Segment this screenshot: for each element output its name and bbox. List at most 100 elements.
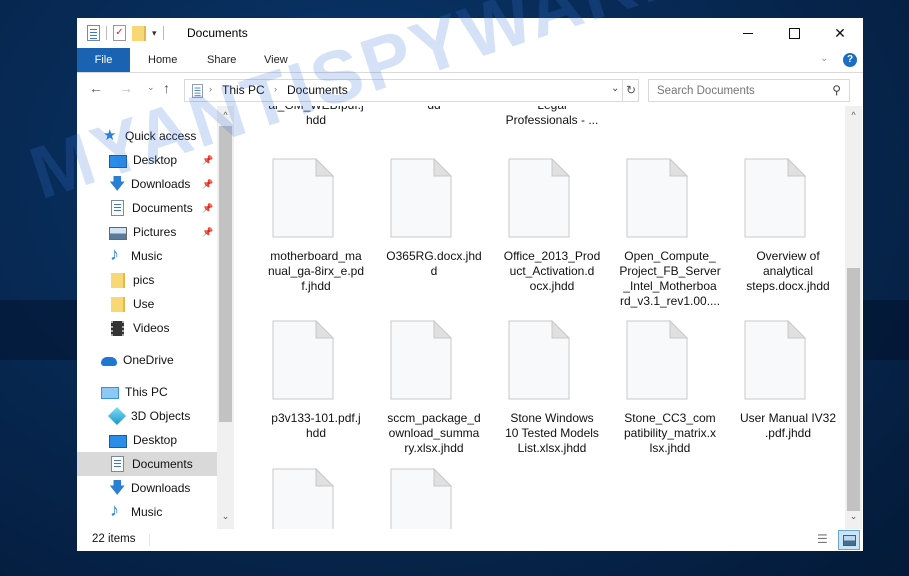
blank-file-icon [626, 158, 688, 238]
file-name-line: Overview of [756, 249, 820, 263]
blank-file-icon [626, 320, 688, 400]
sidebar-item-label: Downloads [131, 177, 191, 191]
blank-file-icon [744, 158, 806, 238]
file-name-line: nual_ga-8irx_e.pd [267, 264, 365, 278]
sidebar-item-label: Music [131, 505, 163, 519]
window-title: Documents [187, 26, 248, 40]
sidebar-item-3d-objects[interactable]: 3D Objects [77, 404, 234, 428]
close-button[interactable]: ✕ [817, 18, 863, 48]
sidebar-item-pictures[interactable]: Pictures 📌 [77, 220, 234, 244]
minimize-button[interactable] [725, 18, 771, 48]
sidebar-item-desktop[interactable]: Desktop 📌 [77, 148, 234, 172]
sidebar-item-videos[interactable]: Videos [77, 316, 234, 340]
file-name: p3v133-101.pdf.j hdd [257, 411, 375, 441]
sidebar-item-quick-access[interactable]: Quick access [77, 124, 234, 148]
forward-button[interactable]: → [119, 80, 133, 96]
file-name-line: f.jhdd [301, 279, 331, 293]
document-icon [111, 456, 124, 472]
expand-ribbon-icon[interactable]: ⌄ [820, 53, 828, 64]
sidebar-item-downloads[interactable]: Downloads 📌 [77, 172, 234, 200]
details-view-icon[interactable]: ☰ [817, 532, 835, 548]
file-name-partial[interactable]: dd [375, 106, 493, 113]
file-name: Open_Compute_ Project_FB_Server _Intel_Mot… [611, 249, 729, 309]
tab-view[interactable]: View [264, 48, 288, 72]
sidebar-scrollbar[interactable]: ^ ⌄ [217, 106, 234, 529]
sidebar-scroll-thumb[interactable] [219, 126, 232, 422]
ribbon-tabs: File Home Share View ⌄ ? [77, 48, 863, 73]
recent-locations-icon[interactable]: ⌄ [147, 82, 155, 93]
pin-icon: 📌 [202, 178, 214, 189]
new-folder-check-icon[interactable]: ✓ [113, 25, 126, 41]
address-dropdown-icon[interactable]: ⌄ [611, 83, 619, 94]
quick-access-toolbar: ✓ ▾ [87, 25, 164, 41]
blank-file-icon [390, 468, 452, 529]
tab-file[interactable]: File [77, 48, 130, 72]
file-name-line: lsx.jhdd [649, 441, 691, 455]
up-button[interactable]: ↑ [163, 80, 170, 96]
sidebar-item-use[interactable]: Use [77, 292, 234, 316]
file-name-line: ocx.jhdd [529, 279, 575, 293]
sidebar-item-music-pc[interactable]: Music [77, 500, 234, 524]
status-bar: 22 items ☰ [77, 529, 863, 551]
content-scroll-thumb[interactable] [847, 268, 860, 511]
pictures-icon [109, 226, 127, 240]
search-icon[interactable]: ⚲ [832, 83, 841, 97]
sidebar-item-documents-pc[interactable]: Documents [77, 452, 234, 476]
sidebar-item-downloads-pc[interactable]: Downloads [77, 476, 234, 504]
file-list-view: al_GM_WEBIpdf.jhddddLegalProfessionals -… [237, 106, 845, 529]
large-icons-view-icon[interactable] [838, 530, 860, 550]
desktop-icon [109, 434, 127, 448]
tab-home[interactable]: Home [148, 48, 177, 72]
breadcrumb-separator: › [209, 84, 212, 94]
content-scrollbar[interactable]: ^ ⌄ [845, 106, 862, 529]
sidebar-item-this-pc[interactable]: This PC [77, 380, 234, 404]
back-button[interactable]: ← [89, 80, 103, 96]
refresh-button[interactable]: ↻ [622, 80, 639, 101]
sidebar-item-music[interactable]: Music [77, 244, 234, 268]
file-name: User Manual IV32 .pdf.jhdd [729, 411, 845, 441]
file-name: sccm_package_d ownload_summa ry.xlsx.jhdd [375, 411, 493, 456]
sidebar-item-label: Desktop [133, 433, 178, 447]
sidebar-item-documents[interactable]: Documents 📌 [77, 196, 234, 220]
file-name: motherboard_ma nual_ga-8irx_e.pd f.jhdd [257, 249, 375, 294]
properties-icon[interactable] [87, 25, 100, 41]
sidebar-item-label: Music [131, 249, 163, 263]
minimize-icon [743, 32, 753, 34]
file-name-line: rd_v3.1_rev1.00.... [619, 294, 721, 308]
blank-file-icon [272, 320, 334, 400]
scroll-down-icon[interactable]: ⌄ [845, 511, 862, 525]
sidebar-item-desktop-pc[interactable]: Desktop [77, 428, 234, 452]
scroll-up-icon[interactable]: ^ [217, 110, 234, 124]
blank-file-icon [272, 468, 334, 529]
breadcrumb-this-pc[interactable]: This PC [222, 83, 265, 97]
help-icon[interactable]: ? [843, 53, 857, 67]
customize-dropdown-icon[interactable]: ▾ [152, 28, 157, 39]
file-name-line: _Intel_Motherboa [623, 279, 717, 293]
file-name-line: 10 Tested Models [505, 426, 599, 440]
search-box[interactable]: ⚲ [648, 79, 850, 102]
file-name: Stone Windows 10 Tested Models List.xlsx.j… [493, 411, 611, 456]
scroll-up-icon[interactable]: ^ [845, 110, 862, 124]
search-input[interactable] [655, 80, 829, 101]
title-bar: ✓ ▾ Documents ✕ [77, 18, 863, 48]
document-icon [111, 200, 124, 216]
breadcrumb-documents[interactable]: Documents [287, 83, 348, 97]
download-icon [109, 477, 125, 504]
sidebar-item-onedrive[interactable]: OneDrive [77, 348, 234, 372]
maximize-button[interactable] [771, 18, 817, 48]
scroll-down-icon[interactable]: ⌄ [217, 511, 234, 525]
address-bar[interactable]: › This PC › Documents ⌄ ↻ [184, 79, 639, 102]
star-icon [103, 126, 119, 144]
file-name-line: sccm_package_d [387, 411, 481, 425]
blank-file-icon [508, 158, 570, 238]
sidebar-item-pics[interactable]: pics [77, 268, 234, 292]
onedrive-icon [101, 357, 117, 366]
desktop-icon [109, 154, 127, 168]
file-name-partial[interactable]: LegalProfessionals - ... [493, 106, 611, 128]
sidebar-item-label: Videos [133, 321, 170, 335]
folder-icon[interactable] [132, 25, 146, 41]
file-name-partial[interactable]: al_GM_WEBIpdf.jhdd [257, 106, 375, 128]
sidebar-item-label: This PC [125, 385, 168, 399]
tab-share[interactable]: Share [207, 48, 236, 72]
sidebar-item-label: Pictures [133, 225, 177, 239]
